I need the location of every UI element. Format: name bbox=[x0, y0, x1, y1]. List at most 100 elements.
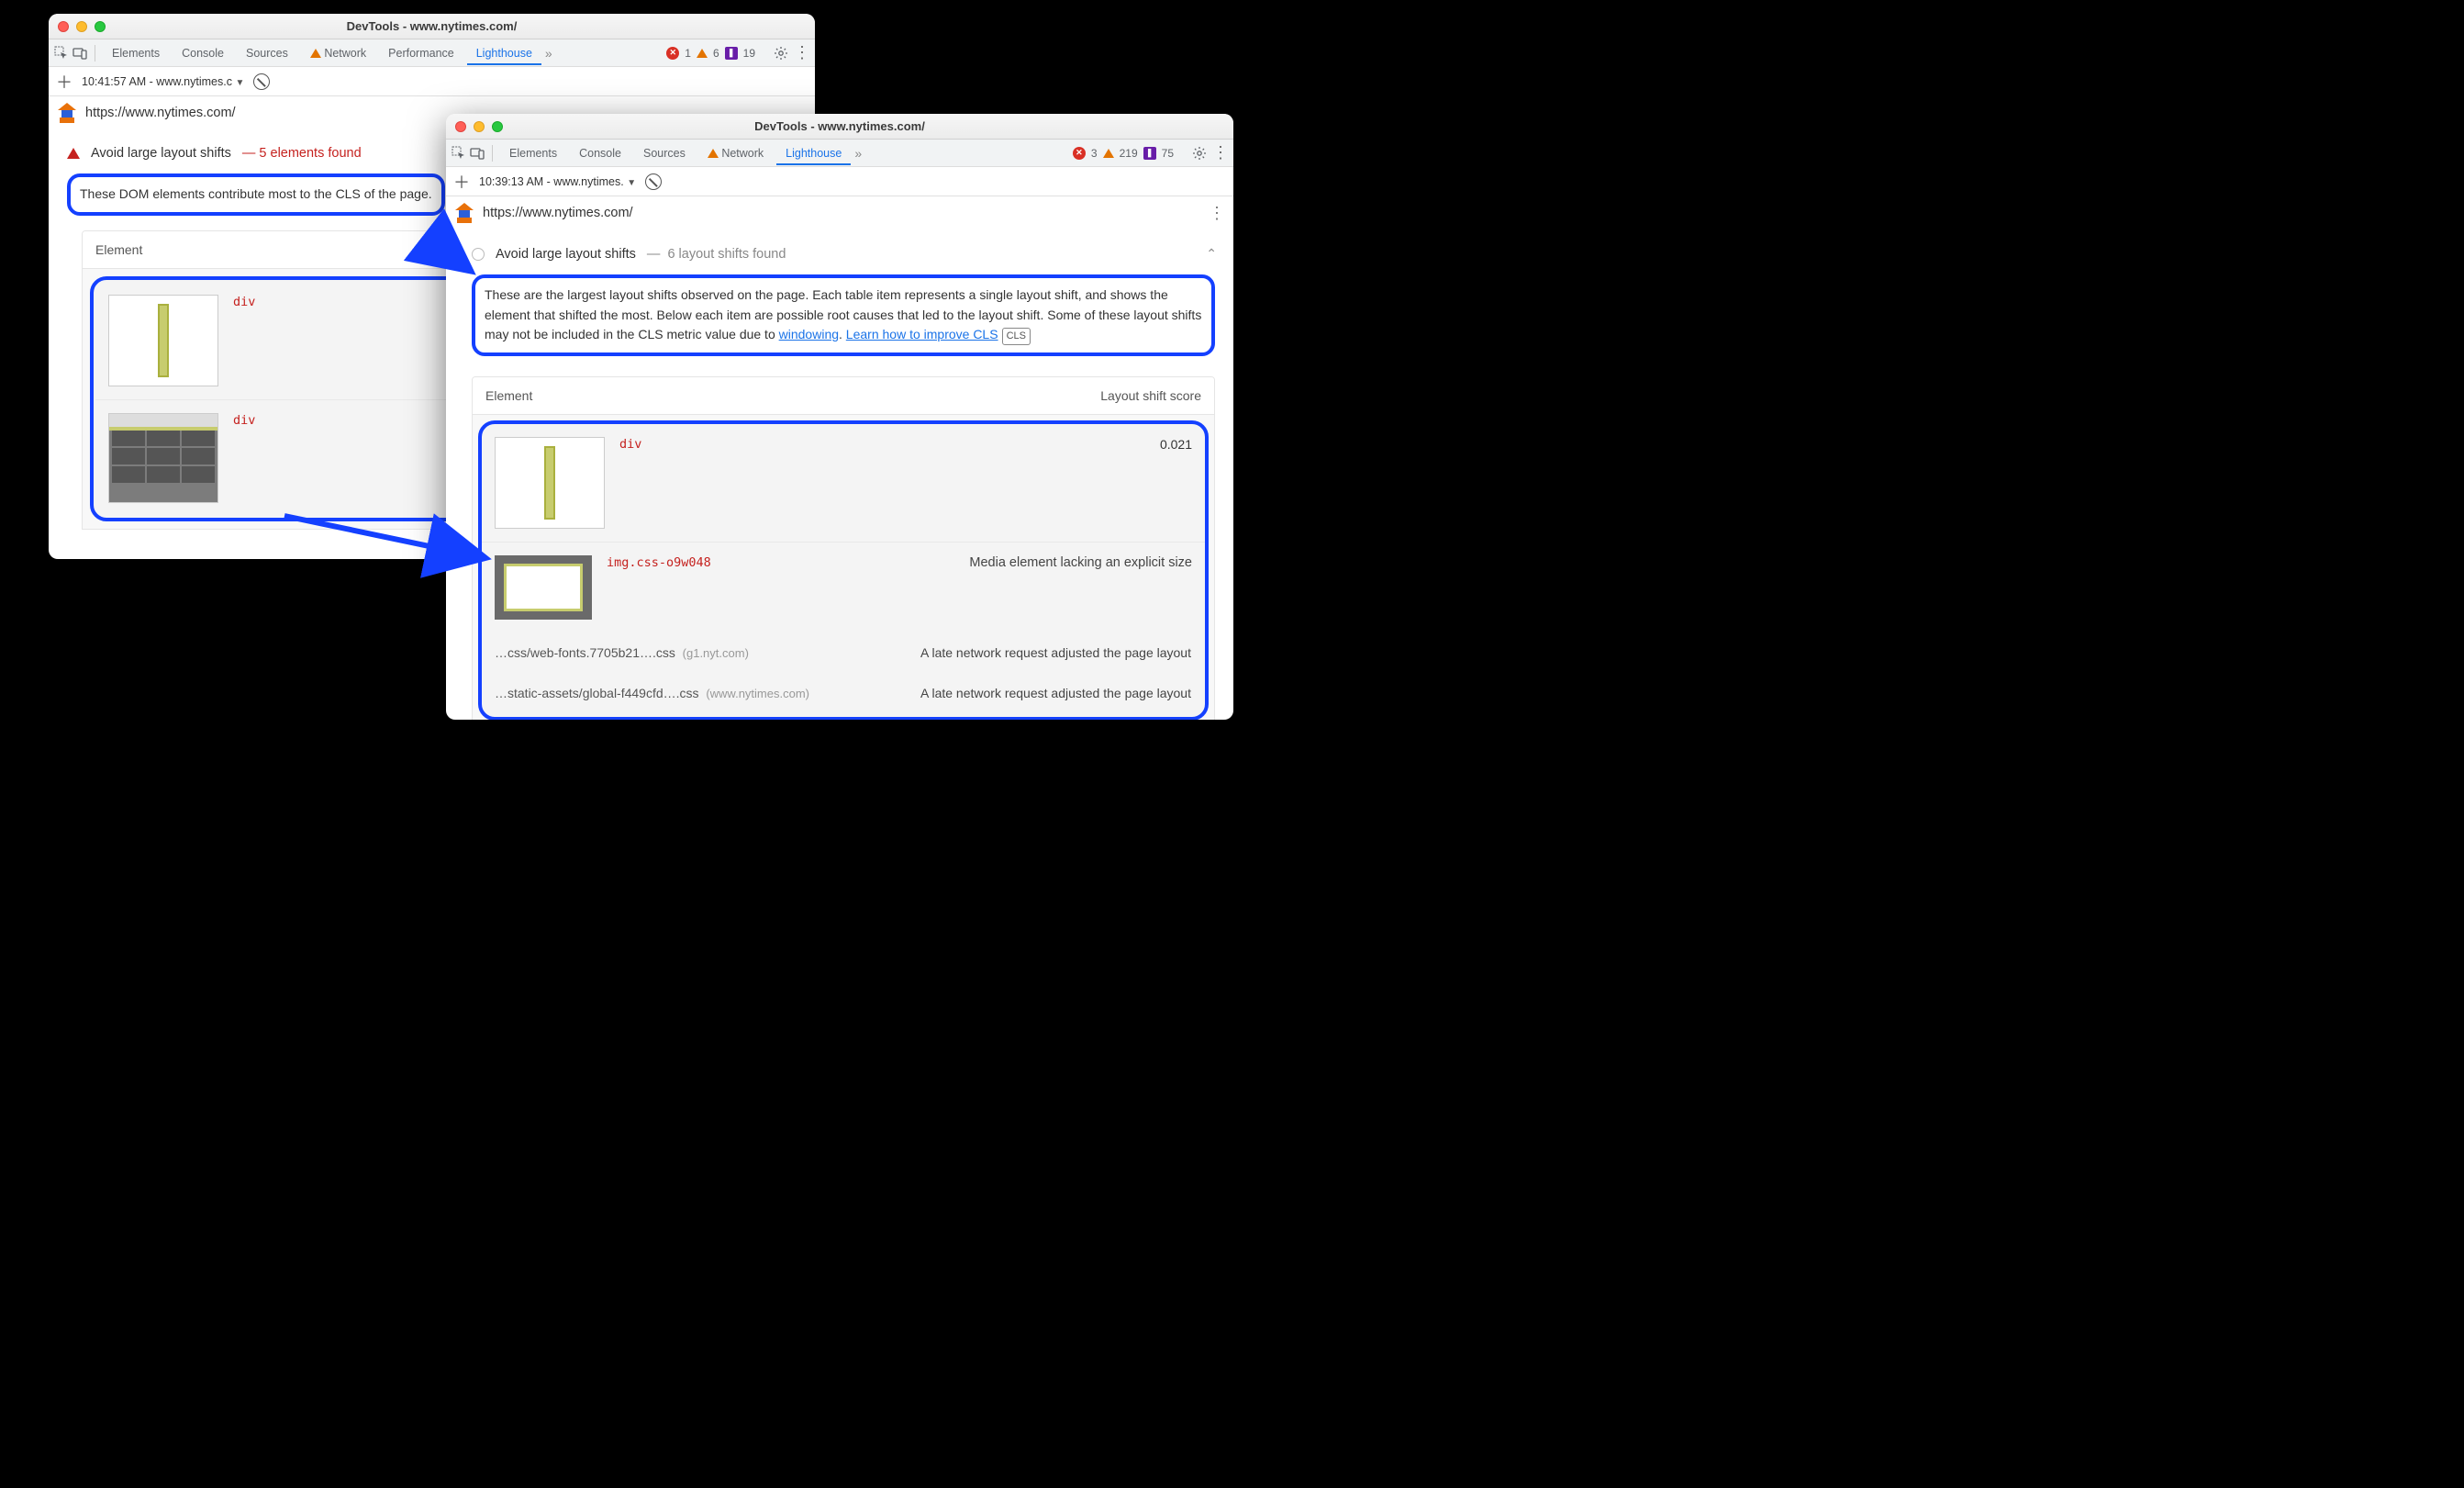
report-url: https://www.nytimes.com/ bbox=[483, 206, 633, 220]
titlebar: DevTools - www.nytimes.com/ bbox=[446, 114, 1233, 140]
tab-elements[interactable]: Elements bbox=[103, 41, 169, 65]
chevron-down-icon: ▼ bbox=[235, 78, 244, 88]
tab-lighthouse[interactable]: Lighthouse bbox=[467, 41, 541, 65]
window-title: DevTools - www.nytimes.com/ bbox=[49, 19, 815, 33]
tab-lighthouse[interactable]: Lighthouse bbox=[776, 141, 851, 165]
error-icon[interactable]: ✕ bbox=[666, 47, 679, 60]
tab-console[interactable]: Console bbox=[570, 141, 630, 165]
inspect-element-icon[interactable] bbox=[54, 46, 69, 61]
close-icon[interactable] bbox=[455, 121, 466, 132]
highlighted-rows: div 0.021 img.css-o9w048 Media element l… bbox=[478, 420, 1209, 720]
element-code: div bbox=[233, 413, 255, 428]
cause-reason: A late network request adjusted the page… bbox=[920, 645, 1191, 660]
cause-file-text: …static-assets/global-f449cfd….css bbox=[495, 686, 699, 700]
titlebar: DevTools - www.nytimes.com/ bbox=[49, 14, 815, 39]
toolbar-status: ✕3 219 ❚75 ⋮ bbox=[1073, 143, 1228, 162]
report-select-label: 10:41:57 AM - www.nytimes.c bbox=[82, 75, 232, 88]
chevron-up-icon[interactable]: ⌃ bbox=[1202, 246, 1221, 262]
lighthouse-logo-icon bbox=[58, 103, 76, 123]
minimize-icon[interactable] bbox=[76, 21, 87, 32]
traffic-lights bbox=[58, 21, 106, 32]
report-url: https://www.nytimes.com/ bbox=[85, 106, 236, 120]
close-icon[interactable] bbox=[58, 21, 69, 32]
issues-icon[interactable]: ❚ bbox=[725, 47, 738, 60]
gear-icon[interactable] bbox=[774, 46, 788, 61]
new-report-icon[interactable]: ＋ bbox=[453, 170, 470, 194]
maximize-icon[interactable] bbox=[492, 121, 503, 132]
chevron-down-icon: ▼ bbox=[627, 178, 636, 188]
audit-description-text: These are the largest layout shifts obse… bbox=[485, 287, 1201, 341]
tab-console[interactable]: Console bbox=[173, 41, 233, 65]
gear-icon[interactable] bbox=[1192, 146, 1207, 161]
audit-title-text: Avoid large layout shifts bbox=[496, 247, 636, 262]
report-bar: ＋ 10:41:57 AM - www.nytimes.c ▼ bbox=[49, 67, 815, 96]
report-menu-icon[interactable]: ⋮ bbox=[1209, 204, 1224, 223]
clear-icon[interactable] bbox=[645, 173, 662, 190]
table-row[interactable]: img.css-o9w048 Media element lacking an … bbox=[482, 542, 1205, 632]
element-code: div bbox=[233, 295, 255, 309]
report-select[interactable]: 10:39:13 AM - www.nytimes. ▼ bbox=[479, 175, 636, 188]
cause-origin: (www.nytimes.com) bbox=[706, 687, 809, 700]
col-element: Element bbox=[485, 388, 532, 403]
audit-description: These DOM elements contribute most to th… bbox=[67, 173, 445, 216]
learn-cls-link[interactable]: Learn how to improve CLS bbox=[846, 327, 998, 341]
error-count: 1 bbox=[685, 47, 691, 60]
warning-triangle-icon bbox=[708, 149, 719, 158]
cause-file: …static-assets/global-f449cfd….css (www.… bbox=[495, 686, 902, 700]
tab-elements[interactable]: Elements bbox=[500, 141, 566, 165]
cause-origin: (g1.nyt.com) bbox=[683, 646, 749, 660]
thumbnail bbox=[495, 555, 592, 620]
cause-reason: Media element lacking an explicit size bbox=[969, 555, 1192, 570]
toolbar-status: ✕1 6 ❚19 ⋮ bbox=[666, 43, 809, 62]
audit-title-text: Avoid large layout shifts bbox=[91, 146, 231, 161]
tab-performance[interactable]: Performance bbox=[379, 41, 463, 65]
lighthouse-logo-icon bbox=[455, 203, 474, 223]
report-content: Avoid large layout shifts — 6 layout shi… bbox=[446, 229, 1233, 720]
tab-sources[interactable]: Sources bbox=[634, 141, 695, 165]
devtools-window-right: DevTools - www.nytimes.com/ Elements Con… bbox=[446, 114, 1233, 720]
audit-count: — 6 layout shifts found bbox=[647, 247, 786, 262]
audit-count-value: 6 layout shifts found bbox=[667, 247, 786, 262]
col-element: Element bbox=[95, 242, 142, 257]
thumbnail bbox=[108, 295, 218, 386]
warning-count: 219 bbox=[1120, 147, 1138, 160]
report-bar: ＋ 10:39:13 AM - www.nytimes. ▼ bbox=[446, 167, 1233, 196]
device-toggle-icon[interactable] bbox=[470, 146, 485, 161]
tab-network-label: Network bbox=[721, 147, 764, 160]
report-select-label: 10:39:13 AM - www.nytimes. bbox=[479, 175, 624, 188]
divider bbox=[492, 145, 493, 162]
cause-row[interactable]: …static-assets/global-f449cfd….css (www.… bbox=[482, 673, 1205, 713]
neutral-circle-icon bbox=[472, 248, 485, 261]
table-row[interactable]: div 0.021 bbox=[482, 424, 1205, 542]
audit-header[interactable]: Avoid large layout shifts — 6 layout shi… bbox=[472, 246, 1221, 262]
layout-shifts-table: Element Layout shift score div 0.021 img… bbox=[472, 376, 1215, 720]
minimize-icon[interactable] bbox=[474, 121, 485, 132]
device-toggle-icon[interactable] bbox=[72, 46, 87, 61]
issues-icon[interactable]: ❚ bbox=[1143, 147, 1156, 160]
windowing-link[interactable]: windowing bbox=[779, 327, 839, 341]
cause-row[interactable]: …css/web-fonts.7705b21….css (g1.nyt.com)… bbox=[482, 632, 1205, 673]
more-tabs-icon[interactable]: » bbox=[545, 46, 552, 61]
warning-count: 6 bbox=[713, 47, 719, 60]
devtools-toolbar: Elements Console Sources Network Lightho… bbox=[446, 140, 1233, 167]
kebab-menu-icon[interactable]: ⋮ bbox=[1212, 143, 1228, 162]
new-report-icon[interactable]: ＋ bbox=[56, 70, 72, 94]
cause-file: …css/web-fonts.7705b21….css (g1.nyt.com) bbox=[495, 645, 902, 660]
kebab-menu-icon[interactable]: ⋮ bbox=[794, 43, 809, 62]
warning-icon[interactable] bbox=[1103, 149, 1114, 158]
error-icon[interactable]: ✕ bbox=[1073, 147, 1086, 160]
cause-file-text: …css/web-fonts.7705b21….css bbox=[495, 645, 675, 660]
report-select[interactable]: 10:41:57 AM - www.nytimes.c ▼ bbox=[82, 75, 244, 88]
tab-network[interactable]: Network bbox=[698, 141, 773, 165]
audit-count: — 5 elements found bbox=[242, 146, 362, 161]
tab-sources[interactable]: Sources bbox=[237, 41, 297, 65]
table-header: Element Layout shift score bbox=[473, 377, 1214, 415]
inspect-element-icon[interactable] bbox=[452, 146, 466, 161]
element-code: img.css-o9w048 bbox=[607, 555, 711, 570]
maximize-icon[interactable] bbox=[95, 21, 106, 32]
col-score: Layout shift score bbox=[1100, 388, 1201, 403]
warning-icon[interactable] bbox=[697, 49, 708, 58]
tab-network[interactable]: Network bbox=[301, 41, 375, 65]
more-tabs-icon[interactable]: » bbox=[854, 146, 862, 161]
clear-icon[interactable] bbox=[253, 73, 270, 90]
